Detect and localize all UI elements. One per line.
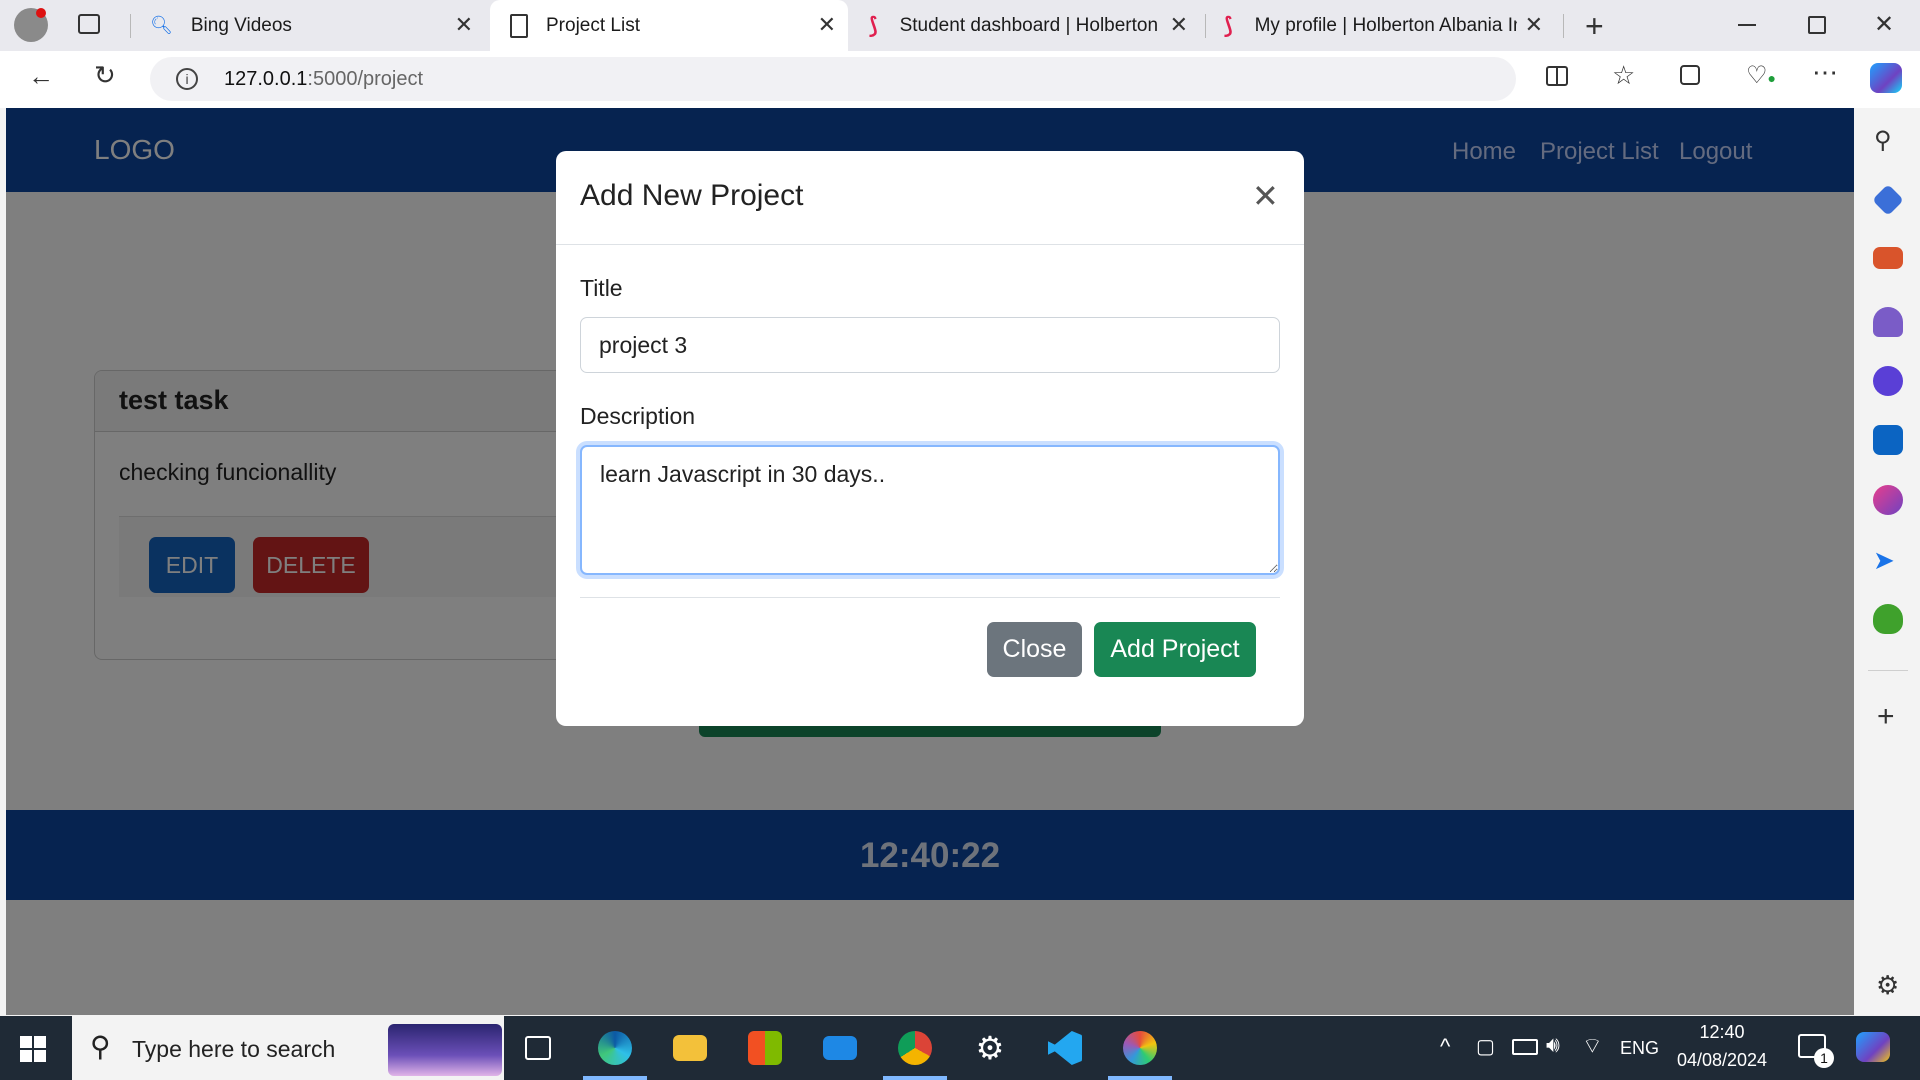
profile-avatar[interactable] <box>14 8 48 42</box>
refresh-icon[interactable]: ↻ <box>94 60 116 91</box>
volume-icon[interactable]: 🔊︎ <box>1546 1032 1560 1058</box>
chrome-icon[interactable] <box>883 1016 947 1080</box>
send-icon[interactable]: ➤ <box>1873 545 1895 576</box>
description-label: Description <box>580 403 696 429</box>
tab-strip: 🔍︎ Bing Videos ✕ Project List ✕ ⟆ Studen… <box>0 0 1920 51</box>
tab-label: Project List <box>546 14 640 36</box>
info-icon[interactable]: i <box>176 68 198 90</box>
windows-start-icon[interactable] <box>20 1036 46 1062</box>
notification-badge: 1 <box>1814 1048 1834 1068</box>
tab-student-dashboard[interactable]: ⟆ Student dashboard | Holberton Albania … <box>855 0 1200 51</box>
new-tab-icon[interactable]: + <box>1585 8 1604 45</box>
tab-actions-icon[interactable] <box>78 14 100 34</box>
close-icon[interactable]: ✕ <box>818 12 836 38</box>
task-view-icon[interactable] <box>525 1036 551 1060</box>
taskbar-time[interactable]: 12:40 <box>1676 1022 1768 1043</box>
vscode-icon[interactable] <box>1033 1016 1097 1080</box>
close-icon[interactable]: ✕ <box>1252 177 1279 215</box>
wifi-icon[interactable]: ⌔ <box>1582 1032 1603 1060</box>
chrome-active-indicator <box>883 1076 947 1080</box>
games-icon[interactable] <box>1873 307 1903 337</box>
file-explorer-icon[interactable] <box>658 1016 722 1080</box>
paint-active-indicator <box>1108 1076 1172 1080</box>
microsoft-store-icon[interactable] <box>733 1016 797 1080</box>
tab-label: Student dashboard | Holberton Albania <box>899 14 1162 36</box>
window-close-icon[interactable]: ✕ <box>1874 10 1894 39</box>
settings-icon[interactable]: ⚙ <box>1876 970 1899 1001</box>
close-button[interactable]: Close <box>987 622 1082 677</box>
modal-title: Add New Project <box>580 179 804 212</box>
search-highlight-image <box>388 1024 502 1076</box>
settings-icon[interactable]: ⚙ <box>958 1016 1022 1080</box>
holberton-icon: ⟆ <box>869 12 878 38</box>
add-icon[interactable]: + <box>1877 700 1895 734</box>
url-path: :5000/project <box>307 68 424 90</box>
tab-project-list[interactable]: Project List ✕ <box>490 0 848 51</box>
sidebar-divider <box>1868 670 1908 671</box>
close-icon[interactable]: ✕ <box>1525 12 1543 38</box>
tab-bing-videos[interactable]: 🔍︎ Bing Videos ✕ <box>140 0 485 51</box>
bing-search-icon: 🔍︎ <box>150 15 173 35</box>
collections-icon[interactable] <box>1680 65 1700 85</box>
favorites-icon[interactable]: ☆ <box>1612 60 1635 91</box>
edge-icon[interactable] <box>583 1016 647 1080</box>
modal-footer-divider <box>580 597 1280 598</box>
tab-label: Bing Videos <box>190 14 292 36</box>
battery-icon[interactable] <box>1512 1039 1538 1055</box>
title-input[interactable] <box>580 317 1280 373</box>
copilot-icon[interactable] <box>1856 1032 1890 1062</box>
title-label: Title <box>580 275 623 301</box>
close-icon[interactable]: ✕ <box>455 12 473 38</box>
search-icon[interactable]: ⚲ <box>1874 126 1892 155</box>
address-bar[interactable]: i 127.0.0.1:5000/project <box>150 57 1516 101</box>
chevron-up-icon[interactable]: ^ <box>1440 1034 1450 1060</box>
mail-icon[interactable] <box>808 1016 872 1080</box>
back-icon[interactable]: ← <box>28 61 54 92</box>
taskbar-search-placeholder: Type here to search <box>132 1036 336 1062</box>
taskbar-date[interactable]: 04/08/2024 <box>1666 1050 1778 1071</box>
minimize-icon[interactable] <box>1738 24 1756 26</box>
windows-taskbar: ⚲ Type here to search ⚙ ^ ▢ 🔊︎ ⌔ ENG 12:… <box>0 1016 1920 1080</box>
url-host: 127.0.0.1 <box>224 68 308 90</box>
toolbox-icon[interactable] <box>1873 247 1903 269</box>
tab-label: My profile | Holberton Albania Intranet <box>1254 14 1517 36</box>
paint-icon[interactable] <box>1108 1016 1172 1080</box>
taskbar-search-box[interactable]: ⚲ Type here to search <box>72 1016 504 1080</box>
holberton-icon: ⟆ <box>1224 12 1233 38</box>
add-project-modal: Add New Project ✕ Title Description lear… <box>556 151 1304 726</box>
office-icon[interactable] <box>1873 366 1903 396</box>
restore-icon[interactable] <box>1808 16 1826 34</box>
close-icon[interactable]: ✕ <box>1170 12 1188 38</box>
outlook-icon[interactable] <box>1873 425 1903 455</box>
description-textarea[interactable]: learn Javascript in 30 days.. <box>580 445 1280 575</box>
url-text[interactable]: 127.0.0.1:5000/project <box>224 68 423 91</box>
add-project-button[interactable]: Add Project <box>1094 622 1256 677</box>
language-indicator[interactable]: ENG <box>1620 1038 1659 1059</box>
meet-now-icon[interactable]: ▢ <box>1476 1034 1495 1059</box>
page-icon <box>510 13 528 38</box>
browser-essentials-icon[interactable]: ♡● <box>1746 61 1776 90</box>
tab-my-profile[interactable]: ⟆ My profile | Holberton Albania Intrane… <box>1210 0 1555 51</box>
copilot-icon[interactable] <box>1870 63 1902 93</box>
split-screen-icon[interactable] <box>1546 66 1568 86</box>
designer-icon[interactable] <box>1873 485 1903 515</box>
tree-icon[interactable] <box>1873 604 1903 634</box>
search-icon: ⚲ <box>90 1031 111 1062</box>
modal-header-divider <box>556 244 1304 245</box>
more-icon[interactable]: ⋯ <box>1812 57 1838 88</box>
edge-active-indicator <box>583 1076 647 1080</box>
